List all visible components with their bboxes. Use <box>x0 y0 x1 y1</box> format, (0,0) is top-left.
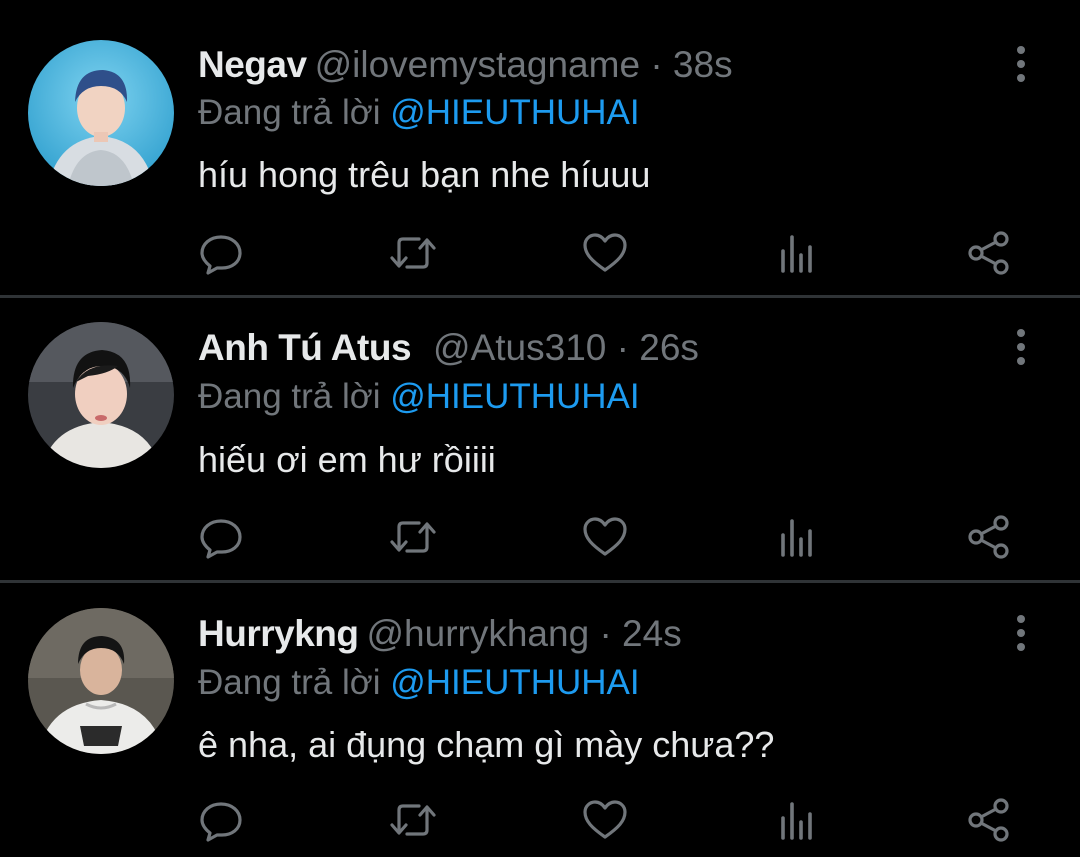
avatar[interactable] <box>28 322 174 468</box>
avatar[interactable] <box>28 608 174 754</box>
like-icon <box>583 517 627 556</box>
like-icon <box>583 233 627 272</box>
tweet-text: híu hong trêu bạn nhe híuuu <box>198 154 651 195</box>
share-button[interactable] <box>964 795 1014 845</box>
share-button[interactable] <box>964 512 1014 562</box>
replying-to: Đang trả lời @HIEUTHUHAI <box>198 660 640 706</box>
tweet-header: Hurrykng @hurrykhang · 24s <box>198 610 682 658</box>
share-button[interactable] <box>964 228 1014 278</box>
reply-icon <box>200 802 242 842</box>
views-icon <box>781 235 812 273</box>
reply-button[interactable] <box>196 228 246 278</box>
replying-to-label: Đang trả lời <box>198 93 381 132</box>
share-icon <box>968 798 1009 842</box>
mention-link[interactable]: @HIEUTHUHAI <box>390 377 639 416</box>
retweet-icon <box>390 804 436 836</box>
retweet-icon <box>390 521 436 553</box>
share-icon <box>968 515 1009 559</box>
separator-dot: · <box>616 327 629 368</box>
like-button[interactable] <box>580 228 630 278</box>
replying-to: Đang trả lời @HIEUTHUHAI <box>198 90 640 136</box>
replying-to: Đang trả lời @HIEUTHUHAI <box>198 374 640 420</box>
user-handle[interactable]: @ilovemystagname <box>315 44 640 85</box>
tweet-text: hiếu ơi em hư rồiiii <box>198 439 496 480</box>
separator-dot: · <box>599 613 612 654</box>
views-icon <box>781 802 812 840</box>
tweet[interactable]: Hurrykng @hurrykhang · 24s Đang trả lời @… <box>0 583 1080 857</box>
like-button[interactable] <box>580 795 630 845</box>
replying-to-label: Đang trả lời <box>198 663 381 702</box>
user-handle[interactable]: @Atus310 <box>433 327 606 368</box>
timestamp[interactable]: 26s <box>639 327 699 368</box>
more-options-icon <box>1017 329 1025 365</box>
reply-button[interactable] <box>196 795 246 845</box>
timestamp[interactable]: 38s <box>673 44 733 85</box>
user-handle[interactable]: @hurrykhang <box>366 613 589 654</box>
views-button[interactable] <box>772 512 822 562</box>
mention-link[interactable]: @HIEUTHUHAI <box>390 93 639 132</box>
reply-icon <box>200 519 242 559</box>
avatar[interactable] <box>28 40 174 186</box>
like-button[interactable] <box>580 512 630 562</box>
separator-dot: · <box>650 44 663 85</box>
more-options-button[interactable] <box>1006 44 1036 84</box>
reply-button[interactable] <box>196 512 246 562</box>
display-name[interactable]: Hurrykng <box>198 613 359 654</box>
views-button[interactable] <box>772 795 822 845</box>
tweet[interactable]: Negav @ilovemystagname · 38s Đang trả lời… <box>0 0 1080 298</box>
more-options-icon <box>1017 615 1025 651</box>
share-icon <box>968 231 1009 275</box>
more-options-icon <box>1017 46 1025 82</box>
timestamp[interactable]: 24s <box>622 613 682 654</box>
like-icon <box>583 800 627 839</box>
display-name[interactable]: Negav <box>198 44 307 85</box>
tweet-header: Anh Tú Atus @Atus310 · 26s <box>198 324 699 372</box>
tweet-header: Negav @ilovemystagname · 38s <box>198 41 733 89</box>
reply-feed: Negav @ilovemystagname · 38s Đang trả lời… <box>0 0 1080 857</box>
retweet-button[interactable] <box>388 512 438 562</box>
action-bar <box>0 795 1080 845</box>
tweet-text: ê nha, ai đụng chạm gì mày chưa?? <box>198 724 775 765</box>
reply-icon <box>200 235 242 275</box>
views-button[interactable] <box>772 228 822 278</box>
more-options-button[interactable] <box>1006 327 1036 367</box>
views-icon <box>781 519 812 557</box>
display-name[interactable]: Anh Tú Atus <box>198 327 412 368</box>
retweet-button[interactable] <box>388 228 438 278</box>
retweet-button[interactable] <box>388 795 438 845</box>
mention-link[interactable]: @HIEUTHUHAI <box>390 663 639 702</box>
more-options-button[interactable] <box>1006 613 1036 653</box>
tweet[interactable]: Anh Tú Atus @Atus310 · 26s Đang trả lời @… <box>0 298 1080 583</box>
action-bar <box>0 228 1080 278</box>
retweet-icon <box>390 237 436 269</box>
replying-to-label: Đang trả lời <box>198 377 381 416</box>
action-bar <box>0 512 1080 562</box>
